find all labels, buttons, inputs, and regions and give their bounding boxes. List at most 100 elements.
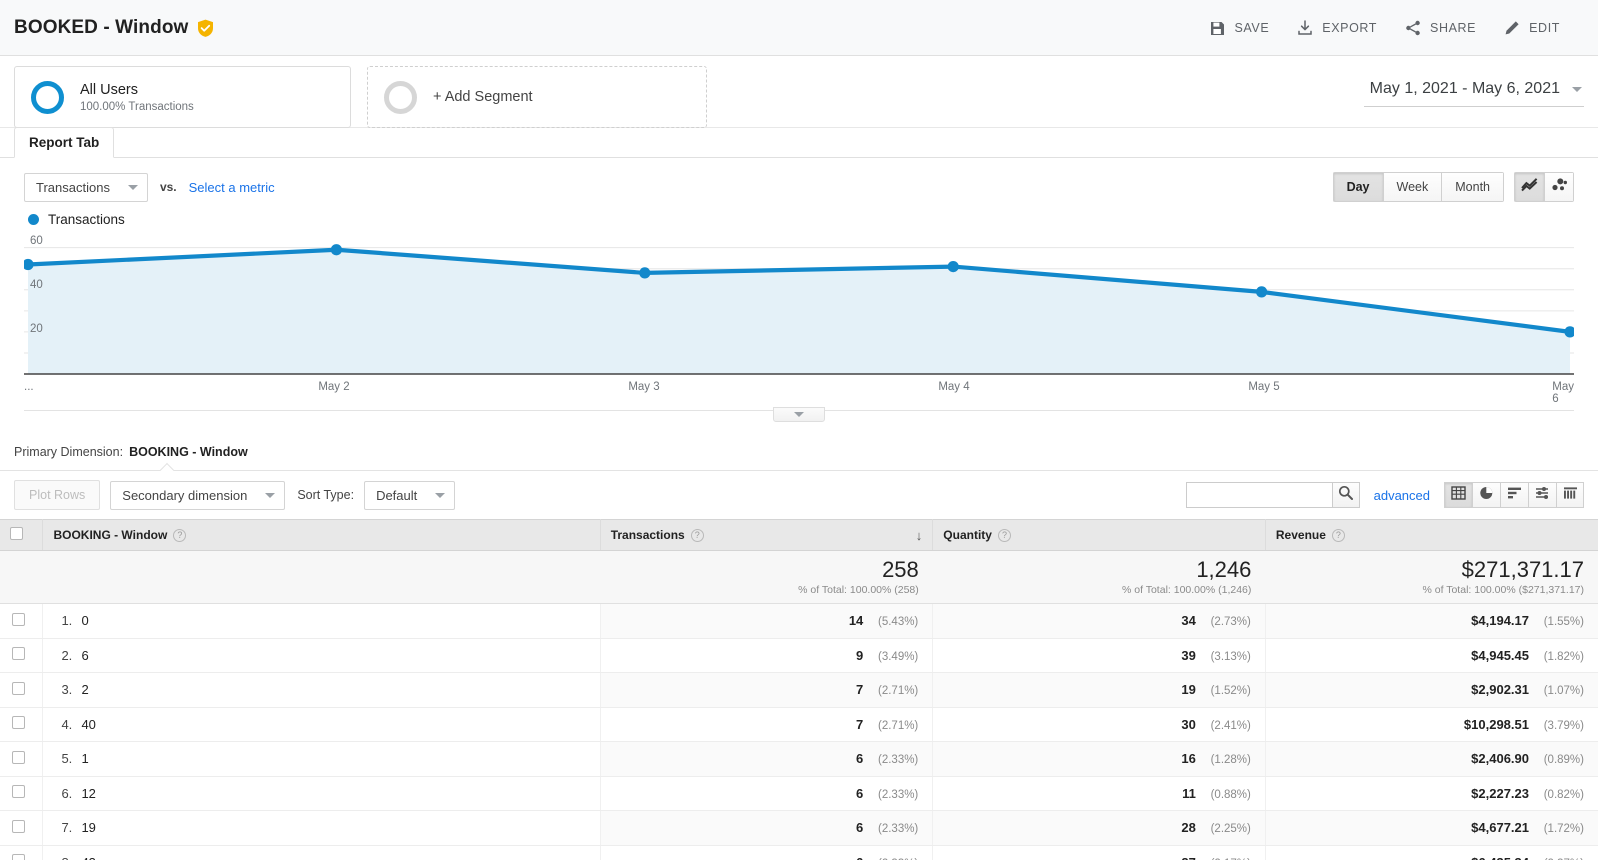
table-view-button[interactable] xyxy=(1444,482,1472,508)
row-dimension-value[interactable]: 40 xyxy=(81,717,95,732)
row-dimension-value[interactable]: 12 xyxy=(81,786,95,801)
line-chart-button[interactable] xyxy=(1514,172,1544,202)
row-transactions-value: 7 xyxy=(856,716,864,732)
granularity-week-button[interactable]: Week xyxy=(1382,172,1442,202)
row-dimension-value[interactable]: 1 xyxy=(81,751,88,766)
row-dimension-value[interactable]: 43 xyxy=(81,855,95,860)
primary-dimension-value[interactable]: BOOKING - Window xyxy=(129,445,248,459)
row-checkbox[interactable] xyxy=(12,716,25,730)
row-checkbox-cell[interactable] xyxy=(0,707,44,742)
row-transactions-cell: 7 (2.71%) xyxy=(600,672,934,708)
primary-metric-dropdown[interactable]: Transactions xyxy=(24,172,148,202)
add-segment-button[interactable]: + Add Segment xyxy=(367,66,707,128)
row-checkbox[interactable] xyxy=(12,750,25,764)
help-icon[interactable]: ? xyxy=(690,528,704,542)
share-button[interactable]: SHARE xyxy=(1405,20,1476,36)
chart-expander-button[interactable] xyxy=(773,407,825,422)
row-dimension-value[interactable]: 2 xyxy=(81,682,88,697)
row-dimension-value[interactable]: 6 xyxy=(81,648,88,663)
totals-dimension-cell xyxy=(42,550,601,604)
row-checkbox-cell[interactable] xyxy=(0,741,44,777)
column-label-quantity: Quantity xyxy=(943,528,992,542)
search-button[interactable] xyxy=(1331,482,1360,508)
table-row[interactable]: 6. 12 6 (2.33%) 11 (0.88%) $2,227.23 (0.82%) xyxy=(0,776,1598,811)
row-dimension-cell: 8.43 xyxy=(42,845,601,860)
row-checkbox-cell[interactable] xyxy=(0,672,44,708)
help-icon[interactable]: ? xyxy=(173,528,187,542)
row-dimension-value[interactable]: 19 xyxy=(81,820,95,835)
download-icon xyxy=(1297,19,1313,36)
row-quantity-value: 11 xyxy=(1182,785,1196,801)
x-axis-tick-label: May 3 xyxy=(628,381,660,393)
totals-transactions-value: 258 xyxy=(882,557,919,583)
primary-metric-value: Transactions xyxy=(36,179,110,195)
chart-point[interactable] xyxy=(947,260,959,273)
row-checkbox[interactable] xyxy=(12,819,25,833)
help-icon[interactable]: ? xyxy=(1331,528,1345,542)
select-metric-link[interactable]: Select a metric xyxy=(189,180,275,195)
row-checkbox[interactable] xyxy=(12,647,25,661)
bar-view-icon xyxy=(1507,486,1522,505)
table-row[interactable]: 8.436(2.33%)27(2.17%)$6,435.34(2.37%) xyxy=(0,845,1598,860)
totals-transactions-sub: % of Total: 100.00% (258) xyxy=(798,583,919,596)
totals-quantity-value: 1,246 xyxy=(1196,557,1252,583)
table-row[interactable]: 4. 40 7 (2.71%) 30 (2.41%) $10,298.51 (3.79%) xyxy=(0,707,1598,742)
export-button[interactable]: EXPORT xyxy=(1297,19,1377,36)
column-header-transactions[interactable]: Transactions ? ↓ xyxy=(600,519,934,551)
table-row[interactable]: 1. 0 14 (5.43%) 34 (2.73%) $4,194.17 (1.55%) xyxy=(0,603,1598,639)
tab-report-tab[interactable]: Report Tab xyxy=(14,127,115,158)
row-rank: 7. xyxy=(61,820,73,836)
sort-type-dropdown[interactable]: Default xyxy=(364,480,456,510)
line-chart-svg[interactable] xyxy=(24,235,1574,375)
row-checkbox-cell[interactable] xyxy=(0,603,44,639)
select-all-checkbox[interactable] xyxy=(10,527,23,540)
row-checkbox[interactable] xyxy=(12,612,25,626)
chart-point[interactable] xyxy=(1256,286,1268,298)
save-button[interactable]: SAVE xyxy=(1209,20,1269,36)
row-checkbox-cell[interactable] xyxy=(0,810,44,846)
sort-descending-icon[interactable]: ↓ xyxy=(916,528,923,543)
column-header-dimension[interactable]: BOOKING - Window ? xyxy=(42,519,601,551)
x-axis-tick-label: ... xyxy=(24,381,34,393)
pivot-view-button[interactable] xyxy=(1556,482,1584,508)
search-input[interactable] xyxy=(1185,482,1332,508)
chart-point[interactable] xyxy=(330,244,342,256)
granularity-month-button[interactable]: Month xyxy=(1441,172,1504,202)
table-view-icon xyxy=(1451,485,1466,505)
granularity-day-button[interactable]: Day xyxy=(1332,172,1383,202)
bar-view-button[interactable] xyxy=(1500,482,1528,508)
edit-button[interactable]: EDIT xyxy=(1504,20,1560,36)
table-row[interactable]: 2. 6 9 (3.49%) 39 (3.13%) $4,945.45 (1.82%) xyxy=(0,638,1598,673)
scatter-plot-button[interactable] xyxy=(1544,172,1574,202)
advanced-link[interactable]: advanced xyxy=(1374,488,1430,503)
secondary-dimension-dropdown[interactable]: Secondary dimension xyxy=(110,480,286,510)
share-label: SHARE xyxy=(1430,20,1477,35)
row-checkbox-cell[interactable] xyxy=(0,638,44,673)
row-checkbox[interactable] xyxy=(12,681,25,695)
row-transactions-pct: (2.33%) xyxy=(878,788,919,801)
column-label-revenue: Revenue xyxy=(1275,528,1326,542)
table-row[interactable]: 7. 19 6 (2.33%) 28 (2.25%) $4,677.21 (1.72%) xyxy=(0,810,1598,846)
y-tick-40: 40 xyxy=(30,279,43,291)
segment-all-users[interactable]: All Users 100.00% Transactions xyxy=(14,66,351,128)
row-checkbox-cell[interactable] xyxy=(0,776,44,811)
row-checkbox-cell[interactable] xyxy=(0,845,44,860)
row-rank: 8. xyxy=(61,855,81,860)
column-header-quantity[interactable]: Quantity ? xyxy=(932,519,1266,551)
table-row[interactable]: 5. 1 6 (2.33%) 16 (1.28%) $2,406.90 (0.89%) xyxy=(0,741,1598,777)
help-icon[interactable]: ? xyxy=(997,528,1011,542)
table-row[interactable]: 3. 2 7 (2.71%) 19 (1.52%) $2,902.31 (1.07%) xyxy=(0,672,1598,708)
pie-view-button[interactable] xyxy=(1472,482,1500,508)
column-select-all[interactable] xyxy=(0,519,44,551)
comparison-view-button[interactable] xyxy=(1528,482,1556,508)
row-dimension-value[interactable]: 0 xyxy=(81,613,88,628)
chart-point[interactable] xyxy=(639,267,651,279)
row-checkbox[interactable] xyxy=(12,854,25,860)
row-checkbox[interactable] xyxy=(12,785,25,799)
row-rank: 6. xyxy=(61,785,73,801)
date-range-picker[interactable]: May 1, 2021 - May 6, 2021 xyxy=(1363,74,1584,107)
column-header-revenue[interactable]: Revenue ? xyxy=(1265,519,1598,551)
chevron-down-icon xyxy=(1572,86,1582,92)
row-revenue-value: $4,945.45 xyxy=(1471,647,1529,663)
page-title-text: BOOKED - Window xyxy=(14,16,189,38)
